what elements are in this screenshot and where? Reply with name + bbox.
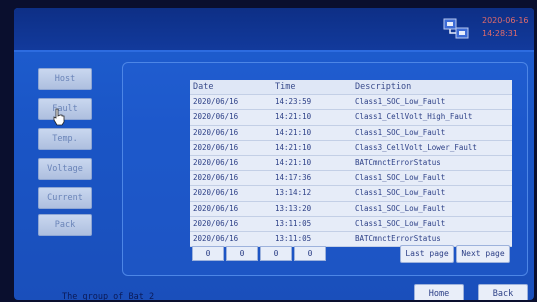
date-text: 2020-06-16	[482, 16, 529, 25]
datetime-display: 2020-06-16 14:28:31	[482, 14, 534, 40]
home-button[interactable]: Home	[414, 284, 464, 300]
page-field-2[interactable]: 0	[226, 246, 258, 261]
cell-time: 14:21:10	[275, 142, 312, 152]
hmi-screen: 2020-06-16 14:28:31 Host Fault Temp. Vol…	[14, 8, 534, 300]
table-row[interactable]: 2020/06/16 13:13:20 Class1_SOC_Low_Fault	[190, 202, 512, 217]
fault-log-table: Date Time Description 2020/06/16 14:23:5…	[190, 80, 512, 248]
cell-date: 2020/06/16	[193, 127, 239, 137]
header-description: Description	[355, 82, 412, 92]
cell-date: 2020/06/16	[193, 233, 239, 243]
table-row[interactable]: 2020/06/16 14:21:10 Class1_SOC_Low_Fault	[190, 126, 512, 141]
cell-description: Class3_CellVolt_Lower_Fault	[355, 142, 477, 152]
cell-date: 2020/06/16	[193, 112, 239, 122]
cell-date: 2020/06/16	[193, 188, 239, 198]
table-row[interactable]: 2020/06/16 14:21:10 Class3_CellVolt_Lowe…	[190, 141, 512, 156]
cell-description: Class1_SOC_Low_Fault	[355, 173, 446, 183]
current-button[interactable]: Current	[38, 187, 92, 209]
table-row[interactable]: 2020/06/16 14:21:10 Class1_CellVolt_High…	[190, 110, 512, 126]
table-row[interactable]: 2020/06/16 13:14:12 Class1_SOC_Low_Fault	[190, 186, 512, 202]
network-status-icon[interactable]	[442, 16, 470, 42]
table-row[interactable]: 2020/06/16 14:17:36 Class1_SOC_Low_Fault	[190, 171, 512, 187]
top-bar: 2020-06-16 14:28:31	[14, 8, 534, 52]
cell-date: 2020/06/16	[193, 142, 239, 152]
cell-time: 14:21:10	[275, 157, 312, 167]
cell-description: Class1_CellVolt_High_Fault	[355, 112, 473, 122]
cell-date: 2020/06/16	[193, 97, 239, 107]
cell-description: Class1_SOC_Low_Fault	[355, 127, 446, 137]
time-text: 14:28:31	[482, 29, 518, 38]
header-time: Time	[275, 82, 296, 92]
cell-description: Class1_SOC_Low_Fault	[355, 97, 446, 107]
cell-description: BATCmnctErrorStatus	[355, 157, 441, 167]
battery-group-label: The group of Bat 2	[62, 292, 155, 300]
cell-time: 14:21:10	[275, 127, 312, 137]
table-row[interactable]: 2020/06/16 14:23:59 Class1_SOC_Low_Fault	[190, 95, 512, 111]
cell-time: 13:14:12	[275, 188, 312, 198]
table-row[interactable]: 2020/06/16 14:21:10 BATCmnctErrorStatus	[190, 156, 512, 172]
cell-description: Class1_SOC_Low_Fault	[355, 203, 446, 213]
cell-description: Class1_SOC_Low_Fault	[355, 218, 446, 228]
cell-time: 13:11:05	[275, 233, 312, 243]
pack-button[interactable]: Pack	[38, 214, 92, 236]
cell-time: 14:17:36	[275, 173, 312, 183]
cell-description: Class1_SOC_Low_Fault	[355, 188, 446, 198]
table-row[interactable]: 2020/06/16 13:11:05 Class1_SOC_Low_Fault	[190, 217, 512, 232]
host-button[interactable]: Host	[38, 68, 92, 90]
cell-time: 13:13:20	[275, 203, 312, 213]
cell-date: 2020/06/16	[193, 173, 239, 183]
table-header-row: Date Time Description	[190, 80, 512, 96]
header-date: Date	[193, 82, 214, 92]
next-page-button[interactable]: Next page	[456, 245, 510, 263]
cell-time: 13:11:05	[275, 218, 312, 228]
voltage-button[interactable]: Voltage	[38, 158, 92, 180]
cell-time: 14:21:10	[275, 112, 312, 122]
cell-date: 2020/06/16	[193, 218, 239, 228]
last-page-button[interactable]: Last page	[400, 245, 454, 263]
hand-pointer-icon	[53, 108, 65, 126]
cell-description: BATCmnctErrorStatus	[355, 233, 441, 243]
back-button[interactable]: Back	[478, 284, 528, 300]
page-field-3[interactable]: 0	[260, 246, 292, 261]
page-field-4[interactable]: 0	[294, 246, 326, 261]
temp-button[interactable]: Temp.	[38, 128, 92, 150]
page-field-1[interactable]: 0	[192, 246, 224, 261]
cell-date: 2020/06/16	[193, 203, 239, 213]
cell-date: 2020/06/16	[193, 157, 239, 167]
cell-time: 14:23:59	[275, 97, 312, 107]
